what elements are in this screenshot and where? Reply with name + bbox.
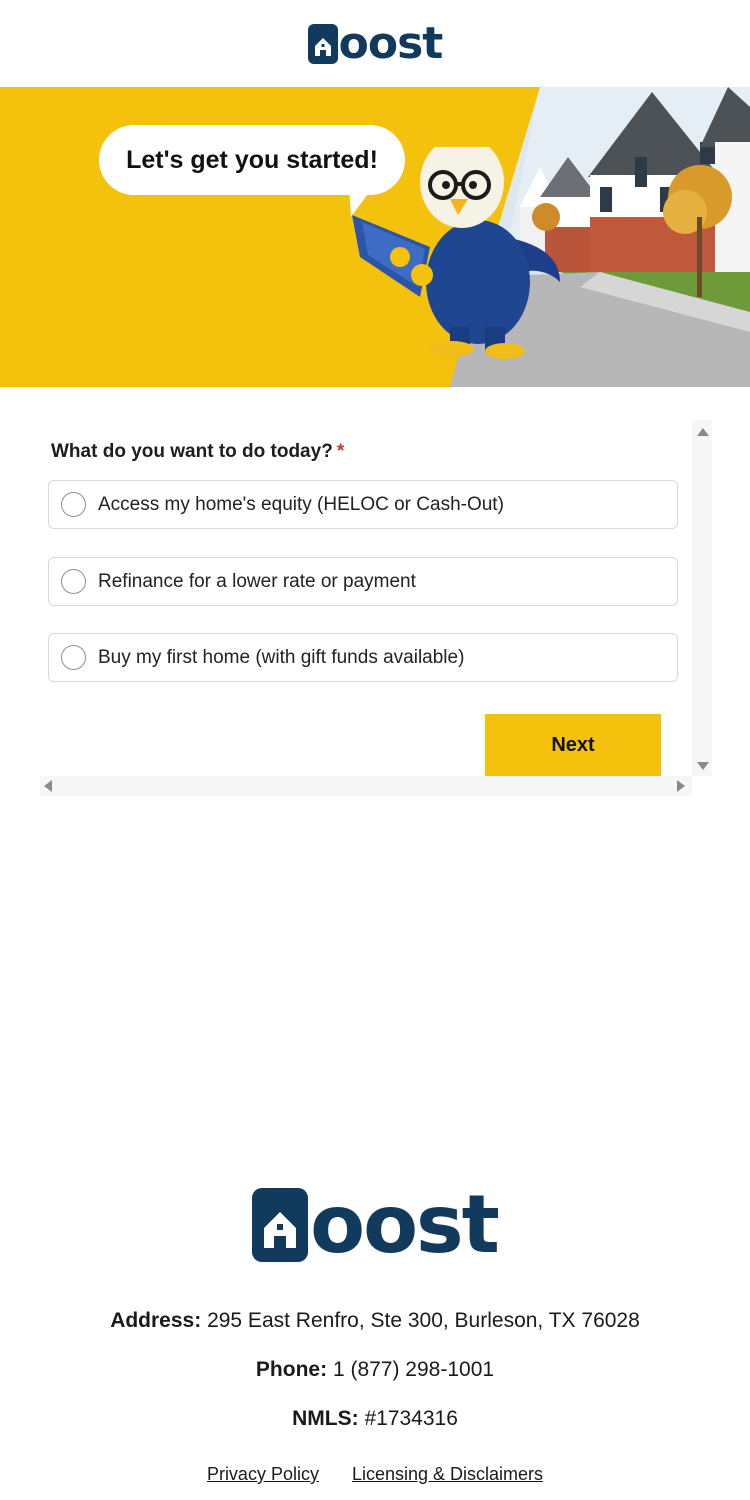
radio-button[interactable]: [61, 569, 86, 594]
house-r-icon: [252, 1188, 309, 1262]
footer-address: Address: 295 East Renfro, Ste 300, Burle…: [0, 1309, 750, 1333]
scroll-right-arrow-icon[interactable]: [677, 780, 685, 792]
next-button[interactable]: Next: [485, 714, 661, 776]
speech-bubble: Let's get you started!: [99, 125, 405, 195]
footer-roost-logo[interactable]: oost: [252, 1178, 500, 1271]
option-access-equity[interactable]: Access my home's equity (HELOC or Cash-O…: [48, 480, 678, 529]
nmls-label: NMLS:: [292, 1407, 359, 1430]
option-label: Buy my first home (with gift funds avail…: [98, 646, 465, 668]
scroll-down-arrow-icon[interactable]: [697, 762, 709, 770]
phone-label: Phone:: [255, 1358, 328, 1381]
footer-phone: Phone: 1 (877) 298-1001: [0, 1358, 750, 1382]
option-buy-first-home[interactable]: Buy my first home (with gift funds avail…: [48, 633, 678, 682]
scroll-up-arrow-icon[interactable]: [697, 428, 709, 436]
radio-button[interactable]: [61, 492, 86, 517]
hero-banner: Let's get you started!: [0, 87, 750, 387]
licensing-disclaimers-link[interactable]: Licensing & Disclaimers: [352, 1464, 543, 1485]
footer-logo-wrap: oost: [0, 1185, 750, 1265]
address-label: Address:: [110, 1309, 202, 1332]
option-label: Refinance for a lower rate or payment: [98, 570, 416, 592]
logo-wordmark: oost: [310, 1178, 500, 1271]
header: oost: [0, 0, 750, 87]
question-text: What do you want to do today?: [51, 441, 333, 462]
roost-logo[interactable]: oost: [307, 17, 444, 69]
address-value: 295 East Renfro, Ste 300, Burleson, TX 7…: [207, 1309, 640, 1332]
required-asterisk: *: [336, 441, 345, 462]
footer-links: Privacy Policy Licensing & Disclaimers: [0, 1464, 750, 1485]
option-label: Access my home's equity (HELOC or Cash-O…: [98, 493, 504, 515]
privacy-policy-link[interactable]: Privacy Policy: [207, 1464, 319, 1485]
scroll-left-arrow-icon[interactable]: [44, 780, 52, 792]
horizontal-scrollbar[interactable]: [40, 776, 692, 796]
logo-wordmark: oost: [338, 17, 444, 69]
phone-value[interactable]: 1 (877) 298-1001: [333, 1358, 494, 1381]
radio-button[interactable]: [61, 645, 86, 670]
house-r-icon: [307, 23, 338, 64]
option-refinance[interactable]: Refinance for a lower rate or payment: [48, 557, 678, 606]
nmls-value: #1734316: [364, 1407, 458, 1430]
form-question: What do you want to do today? *: [51, 441, 344, 463]
vertical-scrollbar[interactable]: [692, 420, 712, 776]
footer-nmls: NMLS: #1734316: [0, 1407, 750, 1431]
